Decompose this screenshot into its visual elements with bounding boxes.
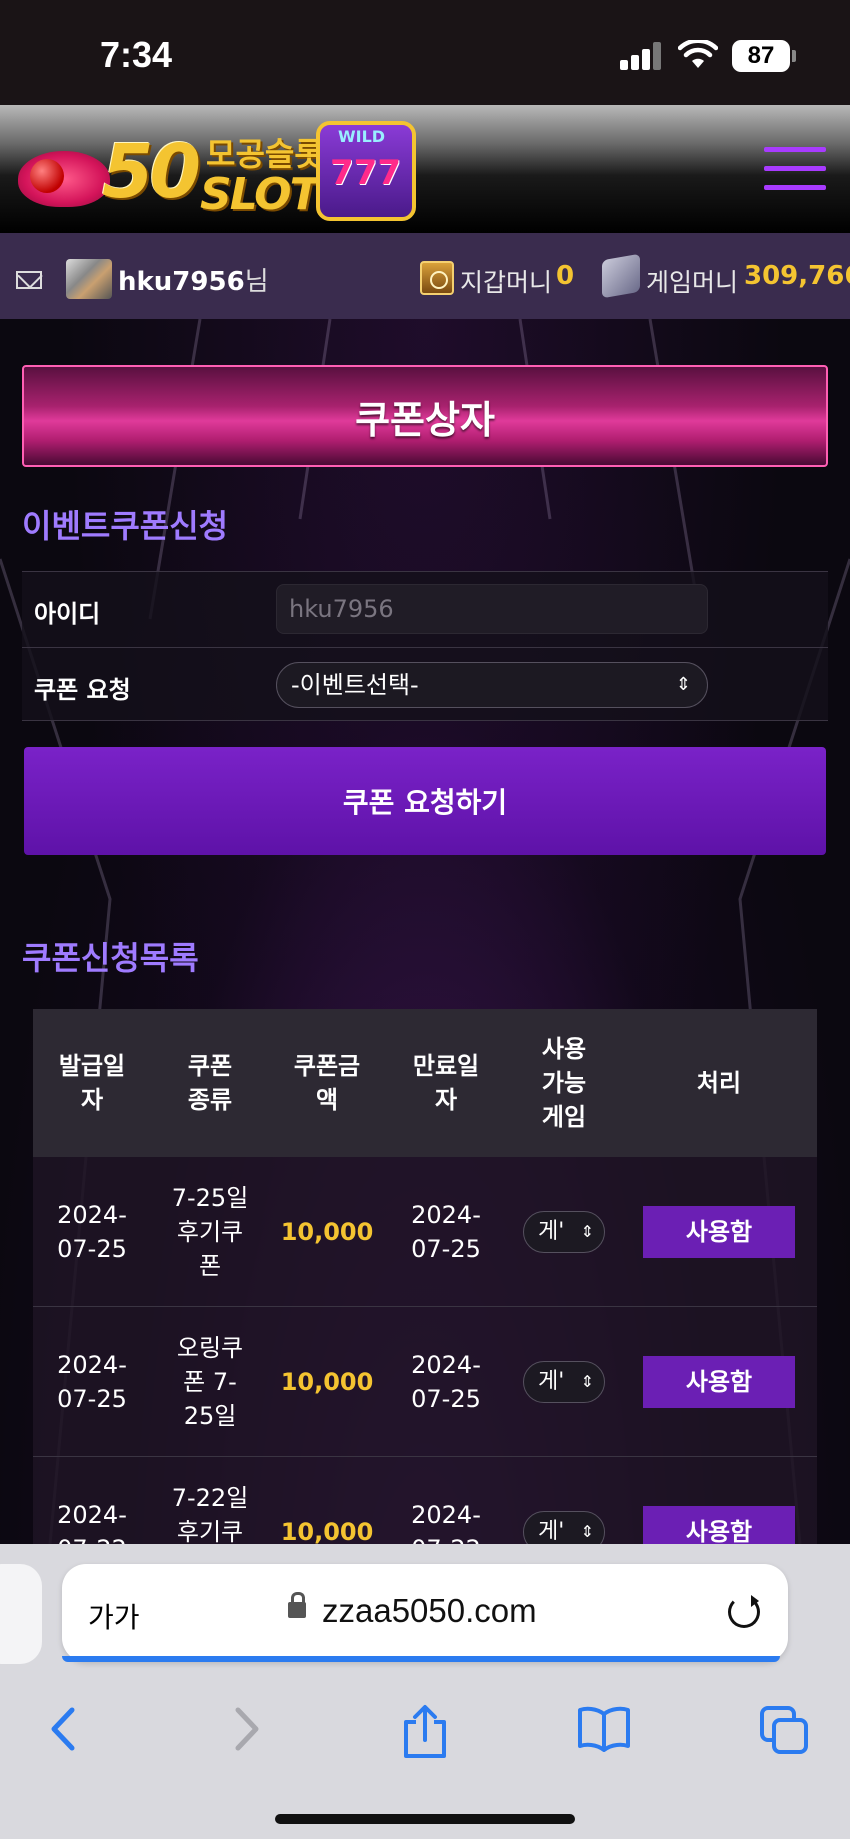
coupon-type: 오링쿠폰 7-25일 [176,1334,244,1430]
issued-date: 2024-07-22 [57,1501,127,1544]
hamburger-menu-icon[interactable] [764,147,826,191]
text-size-button[interactable]: 가가 [88,1596,140,1636]
bookmarks-icon[interactable] [576,1704,632,1752]
use-coupon-button[interactable]: 사용함 [643,1206,795,1258]
issued-date: 2024-07-25 [57,1351,127,1413]
battery-tip [792,50,796,62]
coupon-list-section-title: 쿠폰신청목록 [22,939,199,977]
header-action: 처리 [696,1069,742,1097]
mail-icon[interactable] [16,271,42,289]
issued-date: 2024-07-25 [57,1201,127,1263]
cherry-icon [30,159,64,193]
wifi-icon [678,40,718,68]
avatar [66,259,112,299]
chevron-updown-icon: ⇕ [675,674,691,695]
use-coupon-button[interactable]: 사용함 [643,1506,795,1544]
expires-date: 2024-07-25 [411,1351,481,1413]
wallet-label: 지갑머니 [460,268,553,297]
id-label: 아이디 [34,600,101,628]
table-row: 2024-07-22 7-22일후기쿠폰 10,000 2024-07-22 게… [33,1457,817,1544]
logo-777-text: 777 [330,153,401,193]
cellular-signal-icon [620,42,664,70]
wallet-value: 0 [556,261,575,291]
coupon-amount: 10,000 [280,1368,374,1396]
expires-date: 2024-07-22 [411,1501,481,1544]
site-logo[interactable]: 50 모공슬롯 SLOT WILD 777 [10,111,430,229]
address-bar[interactable]: 가가 zzaa5050.com [62,1564,788,1662]
game-select[interactable]: 게' ⇕ [523,1511,605,1544]
username: hku7956님 [118,261,269,298]
table-row: 2024-07-25 7-25일후기쿠폰 10,000 2024-07-25 게… [33,1157,817,1307]
url-text[interactable]: zzaa5050.com [322,1592,537,1630]
id-field[interactable]: hku7956 [276,584,708,634]
coupon-request-button[interactable]: 쿠폰 요청하기 [24,747,826,855]
coupon-request-label: 쿠폰 요청 [34,676,131,704]
page-title: 쿠폰상자 [355,397,495,442]
game-select[interactable]: 게' ⇕ [523,1361,605,1403]
share-icon[interactable] [400,1704,450,1760]
status-bar: 7:34 87 [0,0,850,105]
page-load-progress [62,1656,780,1662]
browser-toolbar: 가가 zzaa5050.com [0,1544,850,1839]
coupon-amount: 10,000 [280,1218,374,1246]
wallet-safe-icon [420,261,454,295]
chevron-updown-icon: ⇕ [580,1372,594,1391]
back-icon[interactable] [46,1704,82,1754]
game-money-value: 309,766 [744,261,850,291]
header-expires: 만료일자 [412,1052,480,1114]
reload-icon[interactable] [728,1595,760,1628]
expires-date: 2024-07-25 [411,1201,481,1263]
username-text: hku7956 [118,267,245,297]
event-select[interactable]: -이벤트선택- ⇕ [276,662,708,708]
logo-wild-text: WILD [338,127,386,146]
table-row: 2024-07-25 오링쿠폰 7-25일 10,000 2024-07-25 … [33,1307,817,1457]
form-row-coupon: 쿠폰 요청 -이벤트선택- ⇕ [22,647,828,721]
event-select-value: -이벤트선택- [291,671,419,699]
header-issued: 발급일자 [58,1052,126,1114]
previous-tab-preview[interactable] [0,1564,42,1664]
home-indicator [275,1814,575,1824]
slot-machine-icon: WILD 777 [316,121,416,221]
logo-number: 50 [102,129,201,215]
site-header: 50 모공슬롯 SLOT WILD 777 [0,105,850,233]
browser-nav [0,1684,850,1774]
chevron-updown-icon: ⇕ [580,1222,594,1241]
game-money-label: 게임머니 [646,268,739,297]
coupon-type: 7-25일후기쿠폰 [171,1184,249,1280]
forward-icon[interactable] [228,1704,264,1754]
coupon-type: 7-22일후기쿠폰 [171,1484,249,1544]
header-type: 쿠폰종류 [187,1052,233,1114]
username-suffix: 님 [244,267,269,297]
lock-icon [288,1592,306,1618]
user-info-bar: hku7956님 지갑머니 0 게임머니 309,766 [0,233,850,319]
battery-icon: 87 [732,40,790,72]
tabs-icon[interactable] [758,1704,810,1756]
coupon-request-form: 아이디 hku7956 쿠폰 요청 -이벤트선택- ⇕ [22,571,828,721]
header-game: 사용가능게임 [541,1035,587,1131]
status-time: 7:34 [100,34,173,75]
logo-slot-text: SLOT [200,169,320,220]
form-row-id: 아이디 hku7956 [22,572,828,646]
page-title-banner: 쿠폰상자 [22,365,828,467]
main-content: 쿠폰상자 이벤트쿠폰신청 아이디 hku7956 쿠폰 요청 -이벤트선택- ⇕… [0,319,850,1544]
chevron-updown-icon: ⇕ [580,1522,594,1541]
use-coupon-button[interactable]: 사용함 [643,1356,795,1408]
game-money-icon [602,253,640,299]
game-select[interactable]: 게' ⇕ [523,1211,605,1253]
header-amount: 쿠폰금액 [293,1052,361,1114]
coupon-amount: 10,000 [280,1518,374,1544]
table-header: 발급일자 쿠폰종류 쿠폰금액 만료일자 사용가능게임 처리 [33,1009,817,1157]
event-coupon-section-title: 이벤트쿠폰신청 [22,507,229,545]
